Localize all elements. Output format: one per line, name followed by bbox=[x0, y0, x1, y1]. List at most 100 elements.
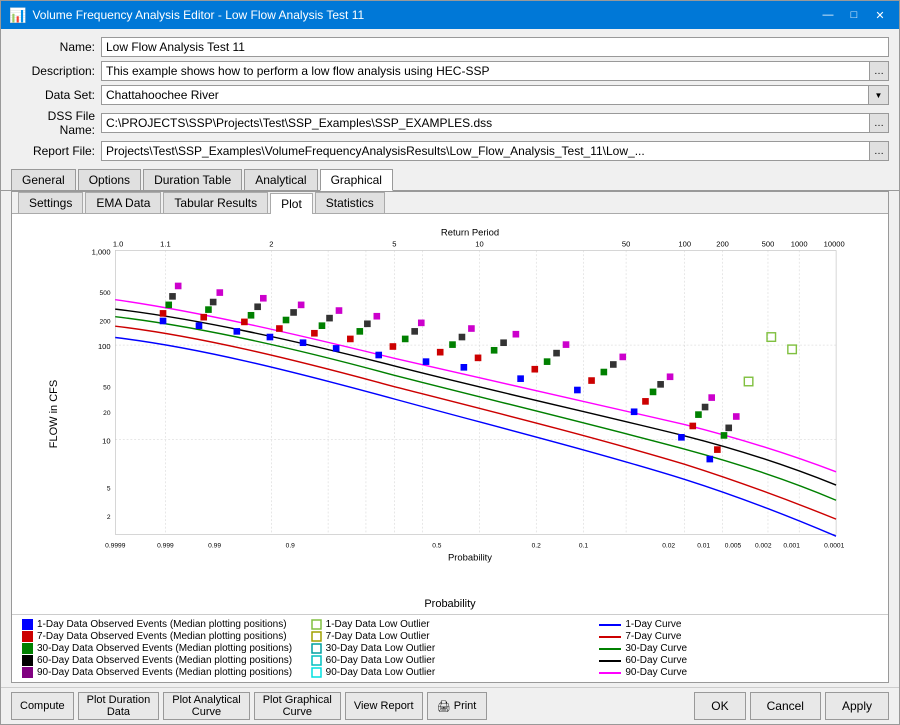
dataset-label: Data Set: bbox=[11, 88, 101, 102]
svg-text:0.5: 0.5 bbox=[432, 543, 442, 550]
description-field: … bbox=[101, 61, 889, 81]
legend-item: 1-Day Data Observed Events (Median plott… bbox=[22, 619, 301, 630]
plot-analytical-curve-button[interactable]: Plot Analytical Curve bbox=[163, 692, 249, 720]
svg-text:2: 2 bbox=[107, 514, 111, 521]
legend-text: 1-Day Data Low Outlier bbox=[326, 619, 430, 630]
x-axis-label: Probability bbox=[424, 598, 475, 610]
view-report-button[interactable]: View Report bbox=[345, 692, 423, 720]
cancel-button[interactable]: Cancel bbox=[750, 692, 821, 720]
plot-graphical-line1: Plot Graphical bbox=[263, 694, 332, 706]
legend-swatch-icon bbox=[22, 655, 33, 666]
svg-text:0.005: 0.005 bbox=[725, 543, 742, 550]
legend-text: 60-Day Data Low Outlier bbox=[326, 655, 436, 666]
apply-button[interactable]: Apply bbox=[825, 692, 889, 720]
ok-button[interactable]: OK bbox=[694, 692, 745, 720]
chart-svg: Return Period 1.0 1.1 2 5 10 50 100 200 … bbox=[62, 224, 878, 574]
outer-tab-bar: GeneralOptionsDuration TableAnalyticalGr… bbox=[1, 169, 899, 191]
maximize-button[interactable]: □ bbox=[843, 6, 865, 24]
compute-button[interactable]: Compute bbox=[11, 692, 74, 720]
name-row: Name: bbox=[11, 37, 889, 57]
inner-tab-settings[interactable]: Settings bbox=[18, 192, 83, 213]
minimize-button[interactable]: — bbox=[817, 6, 839, 24]
legend-text: 90-Day Data Low Outlier bbox=[326, 667, 436, 678]
svg-text:1.0: 1.0 bbox=[113, 240, 124, 249]
legend-swatch-icon bbox=[311, 643, 322, 654]
legend-line-icon bbox=[599, 635, 621, 639]
legend-swatch-icon bbox=[22, 667, 33, 678]
main-window: 📊 Volume Frequency Analysis Editor - Low… bbox=[0, 0, 900, 725]
outer-tab-duration-table[interactable]: Duration Table bbox=[143, 169, 242, 190]
description-input[interactable] bbox=[101, 61, 869, 81]
report-row: Report File: … bbox=[11, 141, 889, 161]
outer-tab-graphical[interactable]: Graphical bbox=[320, 169, 393, 191]
outer-tab-general[interactable]: General bbox=[11, 169, 76, 190]
legend-text: 1-Day Curve bbox=[625, 619, 681, 630]
svg-text:5: 5 bbox=[392, 240, 396, 249]
svg-text:200: 200 bbox=[100, 318, 111, 325]
inner-tab-tabular-results[interactable]: Tabular Results bbox=[163, 192, 268, 213]
svg-text:100: 100 bbox=[98, 342, 111, 351]
svg-text:5: 5 bbox=[107, 486, 111, 493]
legend-line-icon bbox=[599, 659, 621, 663]
svg-text:0.0001: 0.0001 bbox=[824, 543, 845, 550]
inner-tab-plot[interactable]: Plot bbox=[270, 193, 313, 214]
svg-text:50: 50 bbox=[103, 385, 111, 392]
inner-tab-statistics[interactable]: Statistics bbox=[315, 192, 385, 213]
svg-text:1,000: 1,000 bbox=[92, 247, 111, 256]
legend-item: 7-Day Data Observed Events (Median plott… bbox=[22, 631, 301, 642]
inner-tab-bar: SettingsEMA DataTabular ResultsPlotStati… bbox=[12, 192, 888, 214]
dataset-dropdown-button[interactable]: ▼ bbox=[869, 85, 889, 105]
outer-tab-analytical[interactable]: Analytical bbox=[244, 169, 317, 190]
report-label: Report File: bbox=[11, 144, 101, 158]
svg-text:200: 200 bbox=[716, 240, 729, 249]
legend-text: 7-Day Data Low Outlier bbox=[326, 631, 430, 642]
legend-swatch-icon bbox=[22, 643, 33, 654]
svg-text:0.2: 0.2 bbox=[532, 543, 542, 550]
legend-text: 30-Day Curve bbox=[625, 643, 687, 654]
print-button[interactable]: 🖨 Print bbox=[427, 692, 487, 720]
legend-item: 60-Day Data Low Outlier bbox=[311, 655, 590, 666]
svg-text:500: 500 bbox=[762, 240, 775, 249]
legend-text: 1-Day Data Observed Events (Median plott… bbox=[37, 619, 287, 630]
svg-text:0.001: 0.001 bbox=[783, 543, 800, 550]
dss-input[interactable] bbox=[101, 113, 869, 133]
report-browse-button[interactable]: … bbox=[869, 141, 889, 161]
legend-item: 30-Day Data Observed Events (Median plot… bbox=[22, 643, 301, 654]
chart-title: Return Period bbox=[441, 227, 499, 238]
svg-text:10000: 10000 bbox=[824, 240, 845, 249]
legend-item: 1-Day Curve bbox=[599, 619, 878, 630]
plot-duration-data-button[interactable]: Plot Duration Data bbox=[78, 692, 160, 720]
svg-text:0.999: 0.999 bbox=[157, 543, 174, 550]
legend-item: 60-Day Data Observed Events (Median plot… bbox=[22, 655, 301, 666]
legend-text: 7-Day Data Observed Events (Median plott… bbox=[37, 631, 287, 642]
app-icon: 📊 bbox=[9, 7, 26, 24]
svg-text:1000: 1000 bbox=[791, 240, 808, 249]
description-row: Description: … bbox=[11, 61, 889, 81]
svg-text:0.9999: 0.9999 bbox=[105, 543, 126, 550]
legend-swatch-icon bbox=[311, 667, 322, 678]
print-icon: 🖨 bbox=[437, 700, 451, 713]
plot-graphical-curve-button[interactable]: Plot Graphical Curve bbox=[254, 692, 341, 720]
report-input[interactable] bbox=[101, 141, 869, 161]
dataset-input[interactable] bbox=[101, 85, 869, 105]
legend-item: 60-Day Curve bbox=[599, 655, 878, 666]
svg-text:20: 20 bbox=[103, 410, 111, 417]
print-label: Print bbox=[454, 700, 477, 712]
description-browse-button[interactable]: … bbox=[869, 61, 889, 81]
svg-text:10: 10 bbox=[102, 436, 110, 445]
legend-item: 30-Day Curve bbox=[599, 643, 878, 654]
legend-item: 7-Day Data Low Outlier bbox=[311, 631, 590, 642]
legend-text: 90-Day Curve bbox=[625, 667, 687, 678]
svg-text:0.02: 0.02 bbox=[662, 543, 675, 550]
legend-swatch-icon bbox=[22, 619, 33, 630]
outer-tab-options[interactable]: Options bbox=[78, 169, 141, 190]
legend-text: 90-Day Data Observed Events (Median plot… bbox=[37, 667, 292, 678]
svg-text:Probability: Probability bbox=[448, 553, 492, 564]
form-area: Name: Description: … Data Set: ▼ DSS Fil… bbox=[1, 29, 899, 169]
dss-browse-button[interactable]: … bbox=[869, 113, 889, 133]
close-button[interactable]: ✕ bbox=[869, 6, 891, 24]
svg-text:0.002: 0.002 bbox=[755, 543, 772, 550]
svg-text:0.01: 0.01 bbox=[697, 543, 710, 550]
name-input[interactable] bbox=[101, 37, 889, 57]
inner-tab-ema-data[interactable]: EMA Data bbox=[85, 192, 161, 213]
